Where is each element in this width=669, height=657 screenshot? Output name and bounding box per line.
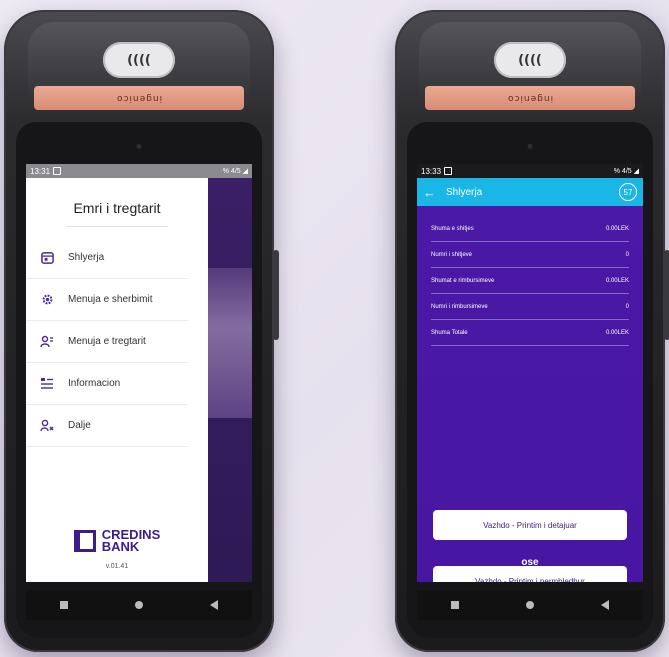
row-label: Numri i shitjeve	[431, 251, 473, 258]
menu-item-merchant-menu[interactable]: Menuja e tregtarit	[26, 321, 188, 363]
contactless-icon: ((((	[494, 42, 566, 78]
status-indicators: % 4/5 ◢	[613, 168, 639, 175]
back-button[interactable]	[601, 600, 610, 610]
bank-logo: CREDINS BANK v.01.41	[26, 528, 208, 570]
row-label: Shumat e rimbursimeve	[431, 277, 495, 284]
row-label: Numri i rimbursimeve	[431, 303, 488, 310]
menu-item-label: Menuja e tregtarit	[68, 336, 146, 347]
app-bar: ← Shlyerja 57	[417, 178, 643, 206]
contactless-icon: ((((	[103, 42, 175, 78]
notification-icon	[53, 167, 62, 175]
navigation-drawer: Emri i tregtarit Shlyerja Menuja e sherb…	[26, 178, 208, 582]
table-row: Numri i shitjeve 0	[431, 242, 629, 268]
device-brand-label: ingenico	[506, 93, 554, 103]
menu-item-service-menu[interactable]: Menuja e sherbimit	[26, 279, 188, 321]
logout-user-icon	[40, 419, 54, 433]
merchant-icon	[40, 335, 54, 349]
app-version: v.01.41	[105, 563, 129, 570]
row-value: 0	[625, 251, 629, 258]
status-indicators: % 4/5 ◢	[222, 168, 248, 175]
home-button[interactable]	[134, 601, 143, 609]
table-row: Shumat e rimbursimeve 0.00LEK	[431, 268, 629, 294]
menu-item-label: Menuja e sherbimit	[68, 294, 153, 305]
brand-strip: ingenico	[425, 86, 635, 110]
recents-button[interactable]	[59, 601, 68, 609]
timer-badge: 57	[619, 183, 637, 201]
menu-item-label: Dalje	[68, 420, 91, 431]
table-row: Shuma e shitjes 0.00LEK	[431, 216, 629, 242]
android-nav-bar	[417, 590, 643, 620]
bank-logo-mark	[73, 530, 96, 552]
menu-item-information[interactable]: Informacion	[26, 363, 188, 405]
side-key	[664, 250, 669, 340]
divider	[66, 226, 168, 227]
side-key	[273, 250, 279, 340]
menu-item-shlyerja[interactable]: Shlyerja	[26, 237, 188, 279]
recents-button[interactable]	[450, 601, 459, 609]
row-value: 0.00LEK	[605, 277, 629, 284]
screen-right: 13:33 % 4/5 ◢ ← Shlyerja 57 Shuma e shit…	[417, 164, 643, 582]
back-button[interactable]	[210, 600, 219, 610]
menu-item-exit[interactable]: Dalje	[26, 405, 188, 447]
status-time: 13:33	[421, 166, 442, 176]
settlement-summary: Shuma e shitjes 0.00LEK Numri i shitjeve…	[417, 206, 643, 582]
row-value: 0.00LEK	[605, 329, 629, 336]
camera-icon	[136, 144, 142, 149]
brand-strip: ingenico	[34, 86, 244, 110]
camera-icon	[527, 144, 533, 149]
table-row: Numri i rimbursimeve 0	[431, 294, 629, 320]
row-value: 0.00LEK	[605, 225, 629, 232]
device-brand-label: ingenico	[115, 93, 163, 103]
status-bar: 13:33 % 4/5 ◢	[417, 164, 643, 178]
row-label: Shuma e shitjes	[431, 225, 474, 232]
payment-terminal-right: (((( ingenico 13:33 % 4/5 ◢ ← Shlyerja 5…	[395, 10, 669, 652]
home-button[interactable]	[525, 601, 534, 609]
print-detailed-button[interactable]: Vazhdo - Printim i detajuar	[433, 510, 627, 540]
menu-item-label: Informacion	[68, 378, 121, 389]
status-bar: 13:31 % 4/5 ◢	[26, 164, 252, 178]
bank-logo-line2: BANK	[101, 539, 140, 554]
page-title: Shlyerja	[446, 186, 483, 198]
menu-item-label: Shlyerja	[68, 252, 105, 263]
status-time: 13:31	[30, 166, 51, 176]
payment-terminal-left: (((( ingenico 13:31 % 4/5 ◢ Emri i tregt…	[4, 10, 279, 652]
row-label: Shuma Totale	[431, 329, 468, 336]
notification-icon	[444, 167, 453, 175]
drawer-title: Emri i tregtarit	[73, 200, 161, 216]
calendar-icon	[40, 251, 54, 265]
info-list-icon	[40, 377, 54, 391]
gear-icon	[40, 293, 54, 307]
screen-left: 13:31 % 4/5 ◢ Emri i tregtarit Shlyerja	[26, 164, 252, 582]
print-summary-button[interactable]: Vazhdo - Printim i permbledhur	[433, 566, 627, 582]
row-value: 0	[625, 303, 629, 310]
back-arrow-icon[interactable]: ←	[423, 185, 436, 200]
android-nav-bar	[26, 590, 252, 620]
table-row: Shuma Totale 0.00LEK	[431, 320, 629, 346]
